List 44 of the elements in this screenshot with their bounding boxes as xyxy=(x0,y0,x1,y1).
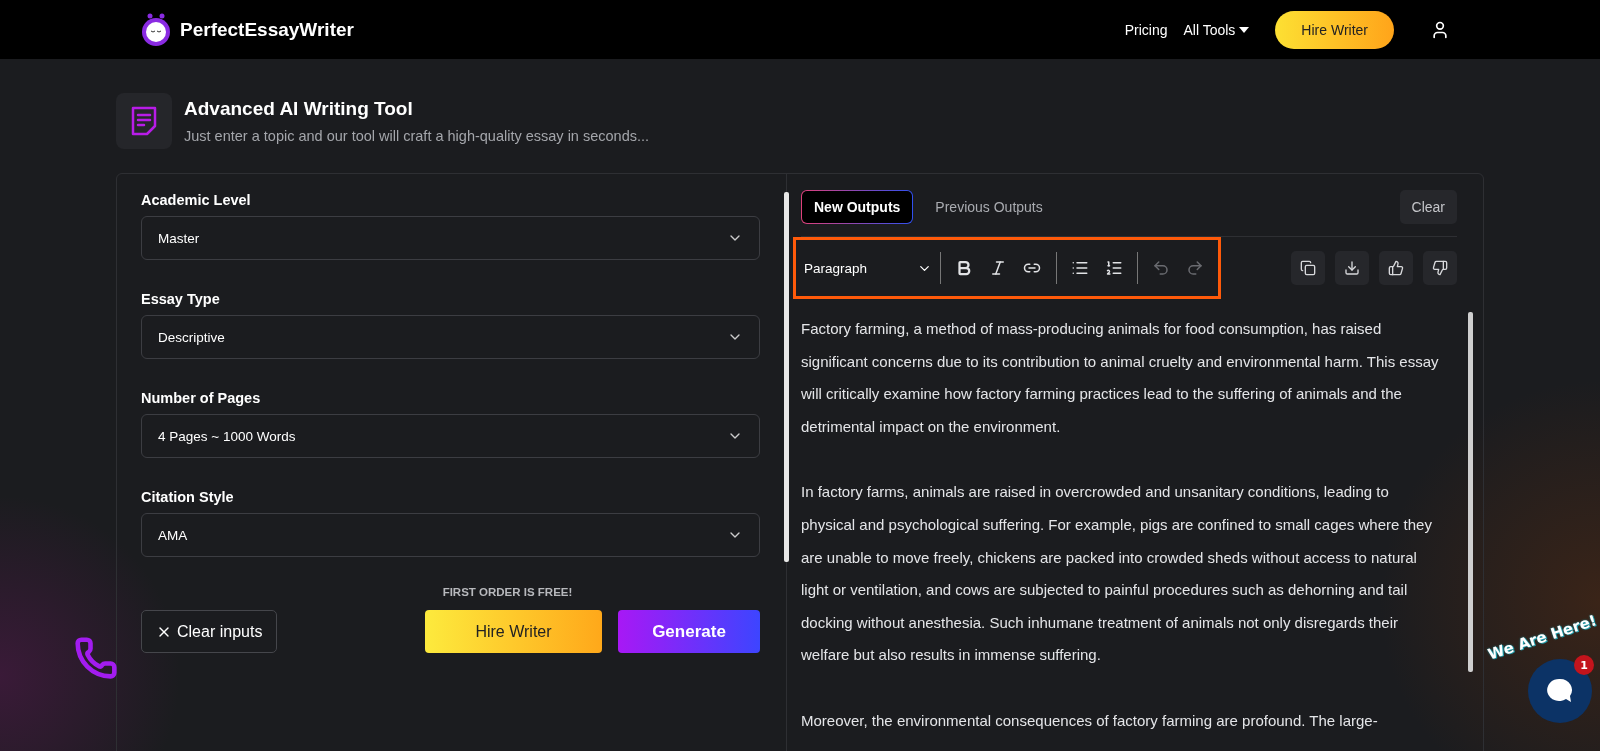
hire-writer-button[interactable]: Hire Writer xyxy=(425,610,602,653)
select-field[interactable]: AMA xyxy=(141,513,760,557)
essay-paragraph: In factory farms, animals are raised in overcrowded and unsanitary conditions, leading to physical and psychological suffering. For example, pigs are confined to small cages where they are unable to move freely, chickens are packed into crowded sheds without access to natural light or ventilation, and cows are subjected to painful procedures such as dehorning and tail docking without anesthesia. Such inhumane treatment of animals not only disregards their welfare but also results in immense suffering. xyxy=(801,482,1433,666)
undo-glyph-icon xyxy=(1151,259,1170,277)
select-field[interactable]: 4 Pages ~ 1000 Words xyxy=(141,414,760,458)
scrollbar[interactable] xyxy=(784,192,789,562)
paragraph-dropdown[interactable]: Paragraph xyxy=(804,260,933,276)
output-tab[interactable]: Previous Outputs xyxy=(923,190,1055,224)
bullets-glyph-icon xyxy=(1070,259,1089,277)
user-icon[interactable] xyxy=(1430,19,1450,40)
redo-glyph-icon xyxy=(1185,259,1204,277)
essay-paragraph: Factory farming, a method of mass-producing animals for food consumption, has raised significant concerns due to its contribution to animal cruelty and environmental harm. This essay will critically examine how factory farming practices lead to the suffering of animals and the detrimental impact on the environment. xyxy=(801,319,1440,437)
field-label: Number of Pages xyxy=(141,390,262,406)
brand-name: PerfectEssayWriter xyxy=(180,18,354,41)
select-field[interactable]: Master xyxy=(141,216,760,260)
numbers-glyph-icon xyxy=(1104,259,1123,277)
essay-paragraph: Moreover, the environmental consequences of factory farming are profound. The large- xyxy=(801,710,1379,731)
generate-button[interactable]: Generate xyxy=(618,610,760,653)
download-button[interactable] xyxy=(1335,251,1369,285)
download-icon xyxy=(1344,260,1360,276)
dislike-icon xyxy=(1432,260,1448,276)
field-label: Essay Type xyxy=(141,291,221,307)
like-button[interactable] xyxy=(1379,251,1413,285)
notification-badge: 1 xyxy=(1574,655,1594,675)
dislike-button[interactable] xyxy=(1423,251,1457,285)
nav-dropdown[interactable]: All Tools xyxy=(1183,21,1250,38)
field-label: Citation Style xyxy=(141,489,235,505)
output-tab[interactable]: New Outputs xyxy=(801,190,914,224)
copy-button[interactable] xyxy=(1291,251,1325,285)
hire-writer-button[interactable]: Hire Writer xyxy=(1275,10,1394,49)
copy-icon xyxy=(1300,260,1316,276)
tool-subtitle: Just enter a topic and our tool will craft a high-quality essay in seconds... xyxy=(184,128,650,144)
select-field[interactable]: Descriptive xyxy=(141,315,760,359)
clear-inputs-button[interactable]: Clear inputs xyxy=(141,610,278,653)
field-label: Academic Level xyxy=(141,192,252,208)
tool-title: Advanced AI Writing Tool xyxy=(184,98,414,120)
scrollbar[interactable] xyxy=(1468,312,1473,672)
phone-icon[interactable] xyxy=(74,636,118,680)
free-order-note: FIRST ORDER IS FREE! xyxy=(442,586,573,598)
like-icon xyxy=(1388,260,1404,276)
document-icon xyxy=(116,93,172,149)
nav-link[interactable]: Pricing xyxy=(1124,21,1168,38)
clear-button[interactable]: Clear xyxy=(1399,190,1457,224)
caret-icon xyxy=(1239,26,1250,33)
